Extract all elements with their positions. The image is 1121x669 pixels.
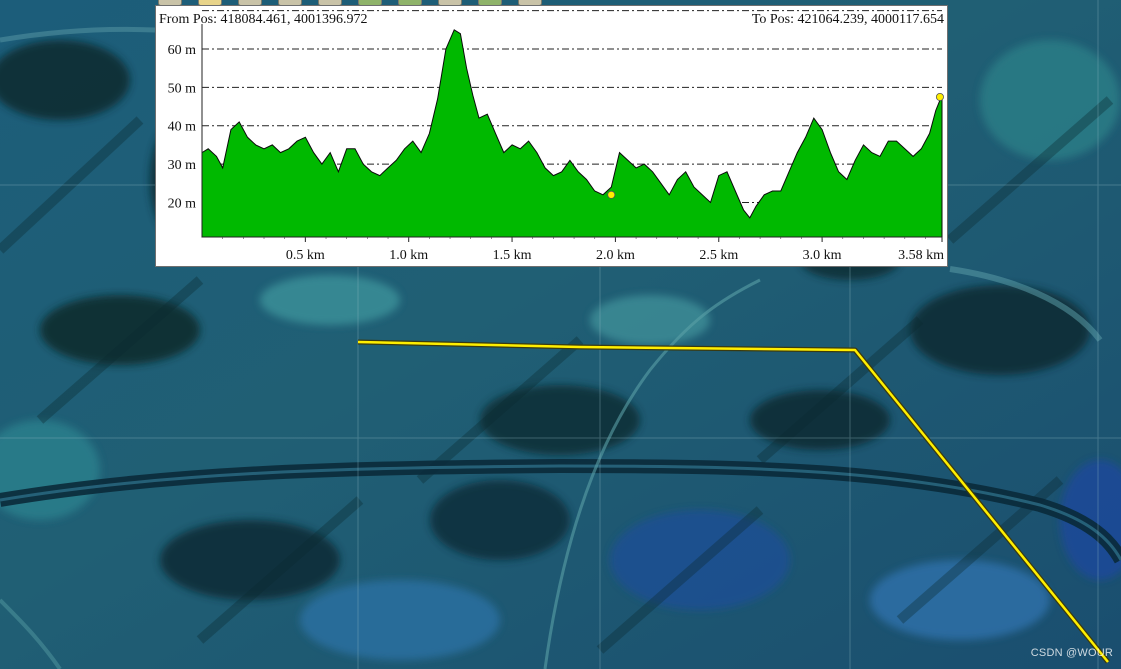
- x-tick-label: 1.0 km: [389, 248, 428, 263]
- from-position-label: From Pos: 418084.461, 4001396.972: [159, 12, 368, 27]
- elevation-area: [201, 29, 943, 238]
- x-tick-label: 0.5 km: [286, 248, 325, 263]
- profile-point-marker: [607, 190, 616, 199]
- y-tick-label: 20 m: [168, 196, 197, 211]
- elevation-profile-window[interactable]: 20 m 30 m 40 m 50 m 60 m 0.5 km 1.0 km 1.5 km 2.…: [155, 5, 948, 267]
- profile-point-marker: [935, 92, 944, 101]
- to-position-label: To Pos: 421064.239, 4000117.654: [751, 12, 944, 27]
- elevation-profile-chart: 20 m 30 m 40 m 50 m 60 m 0.5 km 1.0 km 1.5 km 2.…: [168, 10, 944, 263]
- x-tick-label: 2.0 km: [596, 248, 635, 263]
- y-tick-label: 30 m: [168, 158, 197, 173]
- x-tick-label: 3.58 km: [898, 248, 944, 263]
- y-tick-label: 50 m: [168, 81, 197, 96]
- watermark: CSDN @WOUR: [1030, 647, 1113, 659]
- x-tick-label: 1.5 km: [493, 248, 532, 263]
- y-tick-label: 40 m: [168, 120, 197, 135]
- x-tick-label: 3.0 km: [803, 248, 842, 263]
- y-tick-label: 60 m: [168, 43, 197, 58]
- x-tick-label: 2.5 km: [699, 248, 738, 263]
